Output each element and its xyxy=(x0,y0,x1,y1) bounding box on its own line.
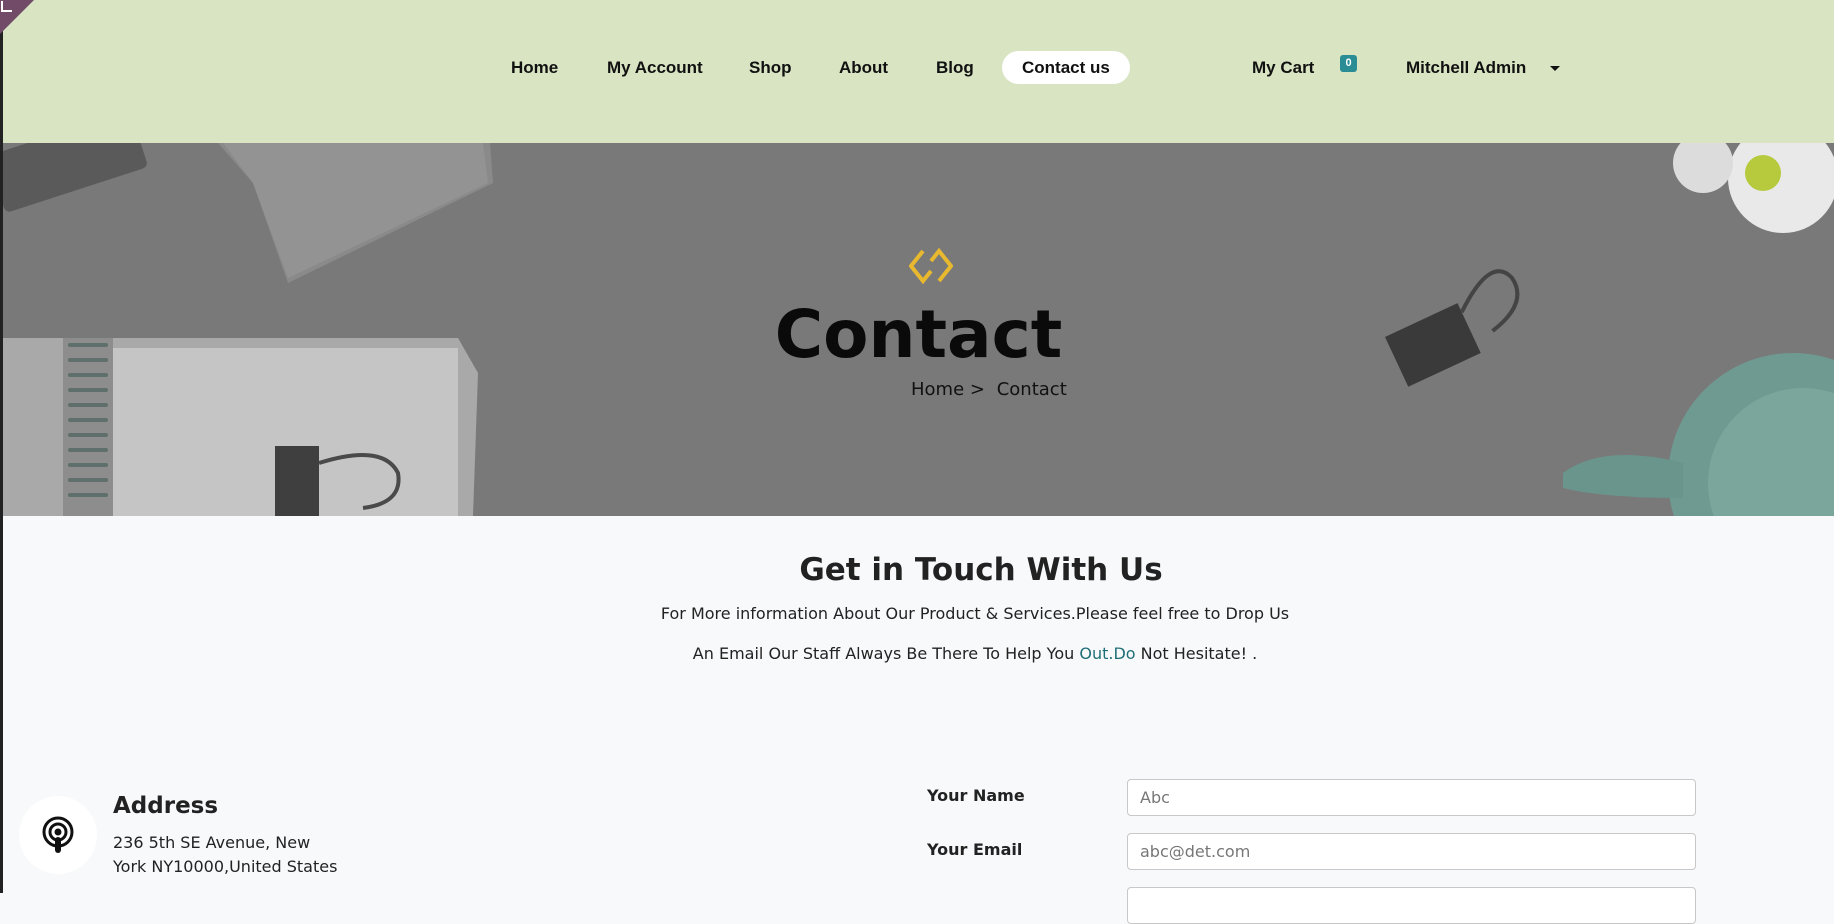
nav-shop[interactable]: Shop xyxy=(749,51,792,84)
window-edge xyxy=(0,0,3,893)
nav-blog[interactable]: Blog xyxy=(936,51,974,84)
nav-about[interactable]: About xyxy=(839,51,888,84)
user-menu[interactable]: Mitchell Admin xyxy=(1406,51,1526,84)
address-heading: Address xyxy=(113,793,219,819)
intro-line-2-end: Not Hesitate! . xyxy=(1135,644,1258,663)
name-label: Your Name xyxy=(927,786,1025,805)
breadcrumb-current: Contact xyxy=(996,379,1067,400)
breadcrumb-home[interactable]: Home xyxy=(911,379,964,400)
cart-count-badge: 0 xyxy=(1340,55,1357,72)
intro-line-2: An Email Our Staff Always Be There To He… xyxy=(0,644,1834,663)
nav-home[interactable]: Home xyxy=(511,51,558,84)
brand-diamond-icon xyxy=(909,247,953,285)
breadcrumb-separator: > xyxy=(969,379,985,400)
name-input[interactable] xyxy=(1127,779,1696,816)
email-label: Your Email xyxy=(927,840,1023,859)
page-title: Contact xyxy=(774,296,1063,373)
breadcrumb: Home > Contact xyxy=(911,379,1067,400)
corner-icon xyxy=(1,1,12,12)
address-icon-circle xyxy=(19,796,97,874)
section-title: Get in Touch With Us xyxy=(799,552,1163,588)
site-header: Home My Account Shop About Blog Contact … xyxy=(3,0,1834,143)
intro-link[interactable]: Out.Do xyxy=(1079,644,1135,663)
podcast-icon xyxy=(42,816,74,853)
email-input[interactable] xyxy=(1127,833,1696,870)
address-line-2: York NY10000,United States xyxy=(113,857,338,876)
intro-line-1: For More information About Our Product &… xyxy=(660,604,1290,623)
my-cart-link[interactable]: My Cart xyxy=(1252,51,1314,84)
caret-down-icon[interactable] xyxy=(1550,66,1560,71)
hero-banner: Contact Home > Contact xyxy=(3,143,1834,516)
intro-line-2-text: An Email Our Staff Always Be There To He… xyxy=(692,644,1080,663)
nav-contact-us[interactable]: Contact us xyxy=(1002,51,1130,84)
nav-my-account[interactable]: My Account xyxy=(607,51,703,84)
address-line-1: 236 5th SE Avenue, New xyxy=(113,833,311,852)
